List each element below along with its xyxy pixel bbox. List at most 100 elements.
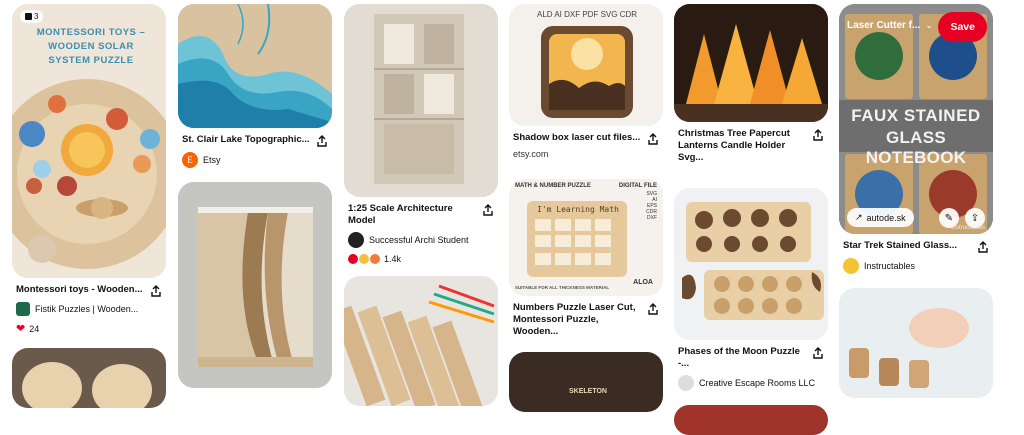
pin-title[interactable]: Shadow box laser cut files...: [513, 132, 643, 144]
watermark: instructables: [951, 225, 985, 231]
pin-bookmarks[interactable]: [344, 276, 498, 406]
pin-image[interactable]: SKELETON: [509, 352, 663, 412]
source-avatar: [16, 302, 30, 316]
pin-image[interactable]: [674, 188, 828, 340]
pin-source[interactable]: Creative Escape Rooms LLC: [678, 375, 824, 391]
pin-image[interactable]: [674, 4, 828, 122]
reaction-row: ❤ 24: [16, 322, 162, 335]
pin-image[interactable]: [674, 405, 828, 435]
topographic-map-image: [178, 4, 332, 128]
pin-link-chip[interactable]: ↗ autode.sk: [847, 208, 914, 227]
image-caption: ALD AI DXF PDF SVG CDR: [537, 10, 638, 19]
pin-math[interactable]: MATH & NUMBER PUZZLE DIGITAL FILE SVG AI…: [509, 179, 663, 338]
kids-blocks-image: [839, 288, 993, 398]
pin-image[interactable]: [178, 4, 332, 128]
shadowbox-image: [509, 4, 663, 126]
source-name: Etsy: [203, 155, 221, 165]
wow-reaction-icon: [370, 254, 380, 264]
image-brand: ALOA: [633, 279, 653, 286]
pin-title[interactable]: Star Trek Stained Glass...: [843, 240, 973, 252]
source-avatar: [843, 258, 859, 274]
source-name: Fistik Puzzles | Wooden...: [35, 304, 139, 314]
share-icon[interactable]: [647, 133, 659, 145]
arrow-up-right-icon: ↗: [855, 212, 863, 222]
architecture-model-image: [344, 4, 498, 197]
share-icon[interactable]: [812, 129, 824, 141]
share-icon[interactable]: [812, 347, 824, 359]
link-text: autode.sk: [866, 212, 906, 223]
pin-image[interactable]: [839, 288, 993, 398]
pin-source[interactable]: Fistik Puzzles | Wooden...: [16, 302, 162, 316]
source-avatar: [678, 375, 694, 391]
pin-curtain-model[interactable]: [178, 182, 332, 388]
image-digital-file: DIGITAL FILE: [618, 183, 657, 189]
pin-title[interactable]: Phases of the Moon Puzzle -...: [678, 346, 808, 370]
moon-puzzle-image: [674, 188, 828, 340]
pencil-icon: ✎: [944, 212, 954, 224]
pin-bottom-red[interactable]: [674, 405, 828, 435]
lanterns-image: [674, 4, 828, 122]
image-footer: SUITABLE FOR ALL THICKNESS MATERIAL: [515, 285, 610, 290]
chevron-down-icon: ⌄: [925, 20, 933, 30]
pin-montessori[interactable]: 3 MONTESSORI TOYS – WOODEN SOLAR SYSTEM …: [12, 4, 166, 335]
pin-image[interactable]: [344, 4, 498, 197]
pin-stclair[interactable]: St. Clair Lake Topographic... E Etsy: [178, 4, 332, 168]
source-name: Successful Archi Student: [369, 235, 469, 245]
image-caption-line1: FAUX STAINED: [851, 106, 981, 125]
pin-shadowbox[interactable]: ALD AI DXF PDF SVG CDR Shadow box laser …: [509, 4, 663, 159]
pin-moon[interactable]: Phases of the Moon Puzzle -... Creative …: [674, 188, 828, 391]
source-name: Creative Escape Rooms LLC: [699, 378, 816, 388]
pin-source[interactable]: Instructables: [843, 258, 989, 274]
share-icon[interactable]: [647, 303, 659, 315]
image-caption-line2: GLASS NOTEBOOK: [865, 128, 967, 167]
source-avatar: E: [182, 152, 198, 168]
image-formats: SVG AI EPS CDR DXF: [646, 191, 657, 221]
heart-icon: ❤: [16, 323, 26, 335]
pin-wooden-bottom[interactable]: [12, 348, 166, 408]
share-icon[interactable]: [482, 204, 494, 216]
pin-image[interactable]: ALD AI DXF PDF SVG CDR: [509, 4, 663, 126]
board-selector[interactable]: Laser Cutter f... ⌄: [847, 20, 933, 31]
pin-image[interactable]: FAUX STAINED GLASS NOTEBOOK Laser Cutter…: [839, 4, 993, 234]
pin-title[interactable]: Montessori toys - Wooden...: [16, 284, 146, 296]
pin-url[interactable]: etsy.com: [513, 149, 659, 159]
pin-image[interactable]: [12, 348, 166, 408]
bookmarks-image: [344, 276, 498, 406]
pin-title[interactable]: Christmas Tree Papercut Lanterns Candle …: [678, 128, 808, 164]
reaction-count: 24: [29, 323, 40, 334]
image-caption: SKELETON: [569, 388, 607, 395]
image-board-title: I'm Learning Math: [537, 205, 619, 214]
pin-christmas[interactable]: Christmas Tree Papercut Lanterns Candle …: [674, 4, 828, 164]
smile-reaction-icon: [359, 254, 369, 264]
image-caption: MONTESSORI TOYS – WOODEN SOLAR SYSTEM PU…: [36, 27, 146, 66]
share-icon[interactable]: [977, 241, 989, 253]
reaction-row: 1.4k: [348, 254, 494, 264]
pin-architecture[interactable]: 1:25 Scale Architecture Model Successful…: [344, 4, 498, 264]
pin-image[interactable]: MATH & NUMBER PUZZLE DIGITAL FILE SVG AI…: [509, 179, 663, 296]
pin-startrek[interactable]: FAUX STAINED GLASS NOTEBOOK Laser Cutter…: [839, 4, 993, 274]
board-name: Laser Cutter f...: [847, 20, 921, 31]
pin-image[interactable]: [344, 276, 498, 406]
pin-title[interactable]: St. Clair Lake Topographic...: [182, 134, 312, 146]
pin-title[interactable]: Numbers Puzzle Laser Cut, Montessori Puz…: [513, 302, 643, 338]
source-avatar: [348, 232, 364, 248]
stack-icon: [25, 13, 32, 20]
multi-image-badge: 3: [20, 10, 44, 23]
image-header: MATH & NUMBER PUZZLE: [515, 183, 591, 189]
pin-source[interactable]: E Etsy: [182, 152, 328, 168]
save-button[interactable]: Save: [938, 12, 987, 42]
heart-reaction-icon: [348, 254, 358, 264]
image-count: 3: [34, 12, 39, 21]
pin-title[interactable]: 1:25 Scale Architecture Model: [348, 203, 478, 227]
share-icon[interactable]: [316, 135, 328, 147]
pin-skeleton[interactable]: SKELETON: [509, 352, 663, 412]
reaction-count: 1.4k: [384, 254, 402, 264]
pin-image[interactable]: [178, 182, 332, 388]
pin-image[interactable]: 3 MONTESSORI TOYS – WOODEN SOLAR SYSTEM …: [12, 4, 166, 278]
source-name: Instructables: [864, 261, 916, 271]
wooden-shapes-image: [12, 348, 166, 408]
pin-source[interactable]: Successful Archi Student: [348, 232, 494, 248]
share-icon[interactable]: [150, 285, 162, 297]
upload-icon: ⇪: [970, 212, 980, 224]
pin-kids-blocks[interactable]: [839, 288, 993, 398]
